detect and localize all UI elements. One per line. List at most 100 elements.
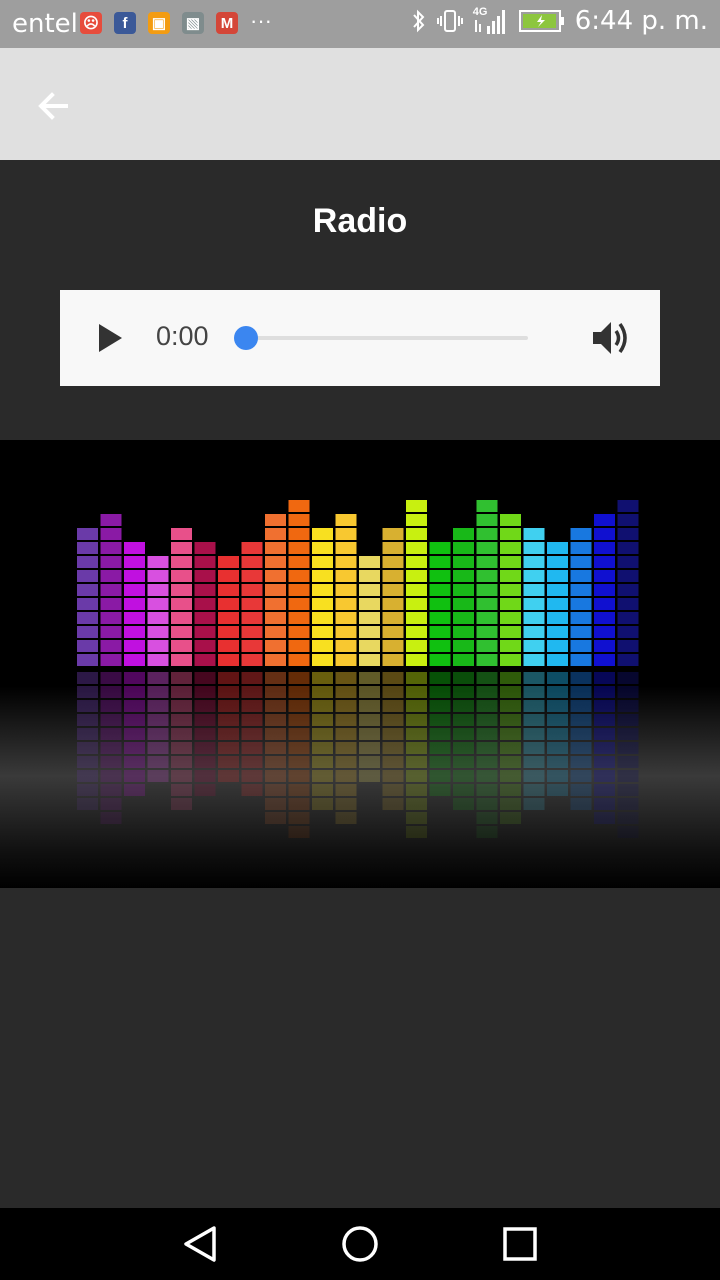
equalizer-reflection-cell <box>218 770 239 782</box>
equalizer-reflection-cell <box>194 728 216 740</box>
equalizer-cell <box>523 612 545 624</box>
equalizer-reflection-cell <box>429 728 451 740</box>
equalizer-reflection-cell <box>171 700 192 712</box>
equalizer-cell <box>429 542 451 554</box>
equalizer-reflection-cell <box>594 728 615 740</box>
equalizer-reflection-cell <box>570 714 592 726</box>
equalizer-reflection-cell <box>453 728 474 740</box>
progress-thumb[interactable] <box>234 326 258 350</box>
equalizer-reflection-cell <box>382 700 404 712</box>
equalizer-reflection-cell <box>194 700 216 712</box>
equalizer-reflection-cell <box>617 672 639 684</box>
equalizer-cell <box>171 528 192 540</box>
equalizer-cell <box>194 556 216 568</box>
nav-back-button[interactable] <box>178 1222 222 1266</box>
equalizer-reflection-cell <box>382 714 404 726</box>
equalizer-reflection-cell <box>335 714 357 726</box>
equalizer-cell <box>429 612 451 624</box>
equalizer-reflection-cell <box>500 728 521 740</box>
current-time: 0:00 <box>156 321 209 351</box>
equalizer-reflection-cell <box>100 700 122 712</box>
equalizer-reflection-cell <box>312 686 333 698</box>
equalizer-cell <box>124 598 145 610</box>
equalizer-cell <box>218 556 239 568</box>
equalizer-reflection-cell <box>171 798 192 810</box>
equalizer-cell <box>453 556 474 568</box>
equalizer-reflection-cell <box>194 770 216 782</box>
equalizer-reflection-cell <box>617 770 639 782</box>
equalizer-reflection-cell <box>171 756 192 768</box>
audio-player: 0:00 <box>60 290 660 386</box>
equalizer-reflection-cell <box>406 728 427 740</box>
equalizer-reflection-cell <box>453 742 474 754</box>
equalizer-cell <box>594 598 615 610</box>
equalizer-cell <box>171 640 192 652</box>
equalizer-cell <box>500 584 521 596</box>
battery-icon <box>518 10 564 32</box>
equalizer-reflection-cell <box>312 672 333 684</box>
equalizer-cell <box>100 584 122 596</box>
equalizer-reflection-cell <box>617 756 639 768</box>
more-notifications-icon: ··· <box>250 8 272 33</box>
volume-button[interactable] <box>590 318 632 358</box>
equalizer-reflection-cell <box>241 784 263 796</box>
nav-home-button[interactable] <box>338 1222 382 1266</box>
equalizer-cell <box>476 556 498 568</box>
equalizer-reflection-cell <box>171 728 192 740</box>
equalizer-reflection-cell <box>523 714 545 726</box>
play-button[interactable] <box>92 320 128 356</box>
equalizer-cell <box>194 570 216 582</box>
equalizer-reflection-cell <box>335 686 357 698</box>
equalizer-reflection-cell <box>100 784 122 796</box>
progress-track[interactable] <box>246 336 528 340</box>
equalizer-cell <box>547 598 568 610</box>
equalizer-reflection-cell <box>406 770 427 782</box>
equalizer-reflection-cell <box>171 784 192 796</box>
equalizer-cell <box>406 584 427 596</box>
equalizer-cell <box>429 598 451 610</box>
equalizer-cell <box>547 612 568 624</box>
equalizer-reflection-cell <box>147 686 169 698</box>
equalizer-reflection-cell <box>382 798 404 810</box>
nav-recents-button[interactable] <box>498 1222 542 1266</box>
play-icon <box>99 324 122 352</box>
equalizer-cell <box>429 626 451 638</box>
equalizer-cell <box>312 626 333 638</box>
equalizer-reflection-cell <box>288 798 310 810</box>
equalizer-cell <box>523 640 545 652</box>
equalizer-cell <box>335 570 357 582</box>
equalizer-reflection-cell <box>476 672 498 684</box>
back-button[interactable] <box>26 78 82 134</box>
equalizer-reflection-cell <box>194 672 216 684</box>
equalizer-reflection-cell <box>453 672 474 684</box>
equalizer-cell <box>335 584 357 596</box>
equalizer-cell <box>288 626 310 638</box>
equalizer-reflection-cell <box>570 798 592 810</box>
equalizer-reflection-cell <box>124 700 145 712</box>
equalizer-reflection-cell <box>100 798 122 810</box>
equalizer-reflection-cell <box>476 714 498 726</box>
equalizer-cell <box>335 654 357 666</box>
equalizer-cell <box>500 556 521 568</box>
equalizer-reflection-cell <box>77 784 98 796</box>
equalizer-cell <box>241 556 263 568</box>
equalizer-column <box>382 528 404 810</box>
equalizer-cell <box>570 654 592 666</box>
equalizer-cell <box>147 598 169 610</box>
equalizer-cell <box>594 528 615 540</box>
equalizer-reflection-cell <box>359 756 380 768</box>
equalizer-cell <box>335 514 357 526</box>
equalizer-reflection-cell <box>265 756 286 768</box>
equalizer-cell <box>241 570 263 582</box>
equalizer-image <box>0 440 720 888</box>
equalizer-cell <box>406 556 427 568</box>
equalizer-cell <box>171 654 192 666</box>
equalizer-reflection-cell <box>547 714 568 726</box>
equalizer-column <box>124 542 145 796</box>
equalizer-cell <box>124 640 145 652</box>
equalizer-cell <box>570 556 592 568</box>
equalizer-cell <box>523 542 545 554</box>
equalizer-cell <box>171 542 192 554</box>
equalizer-cell <box>453 584 474 596</box>
equalizer-cell <box>312 654 333 666</box>
